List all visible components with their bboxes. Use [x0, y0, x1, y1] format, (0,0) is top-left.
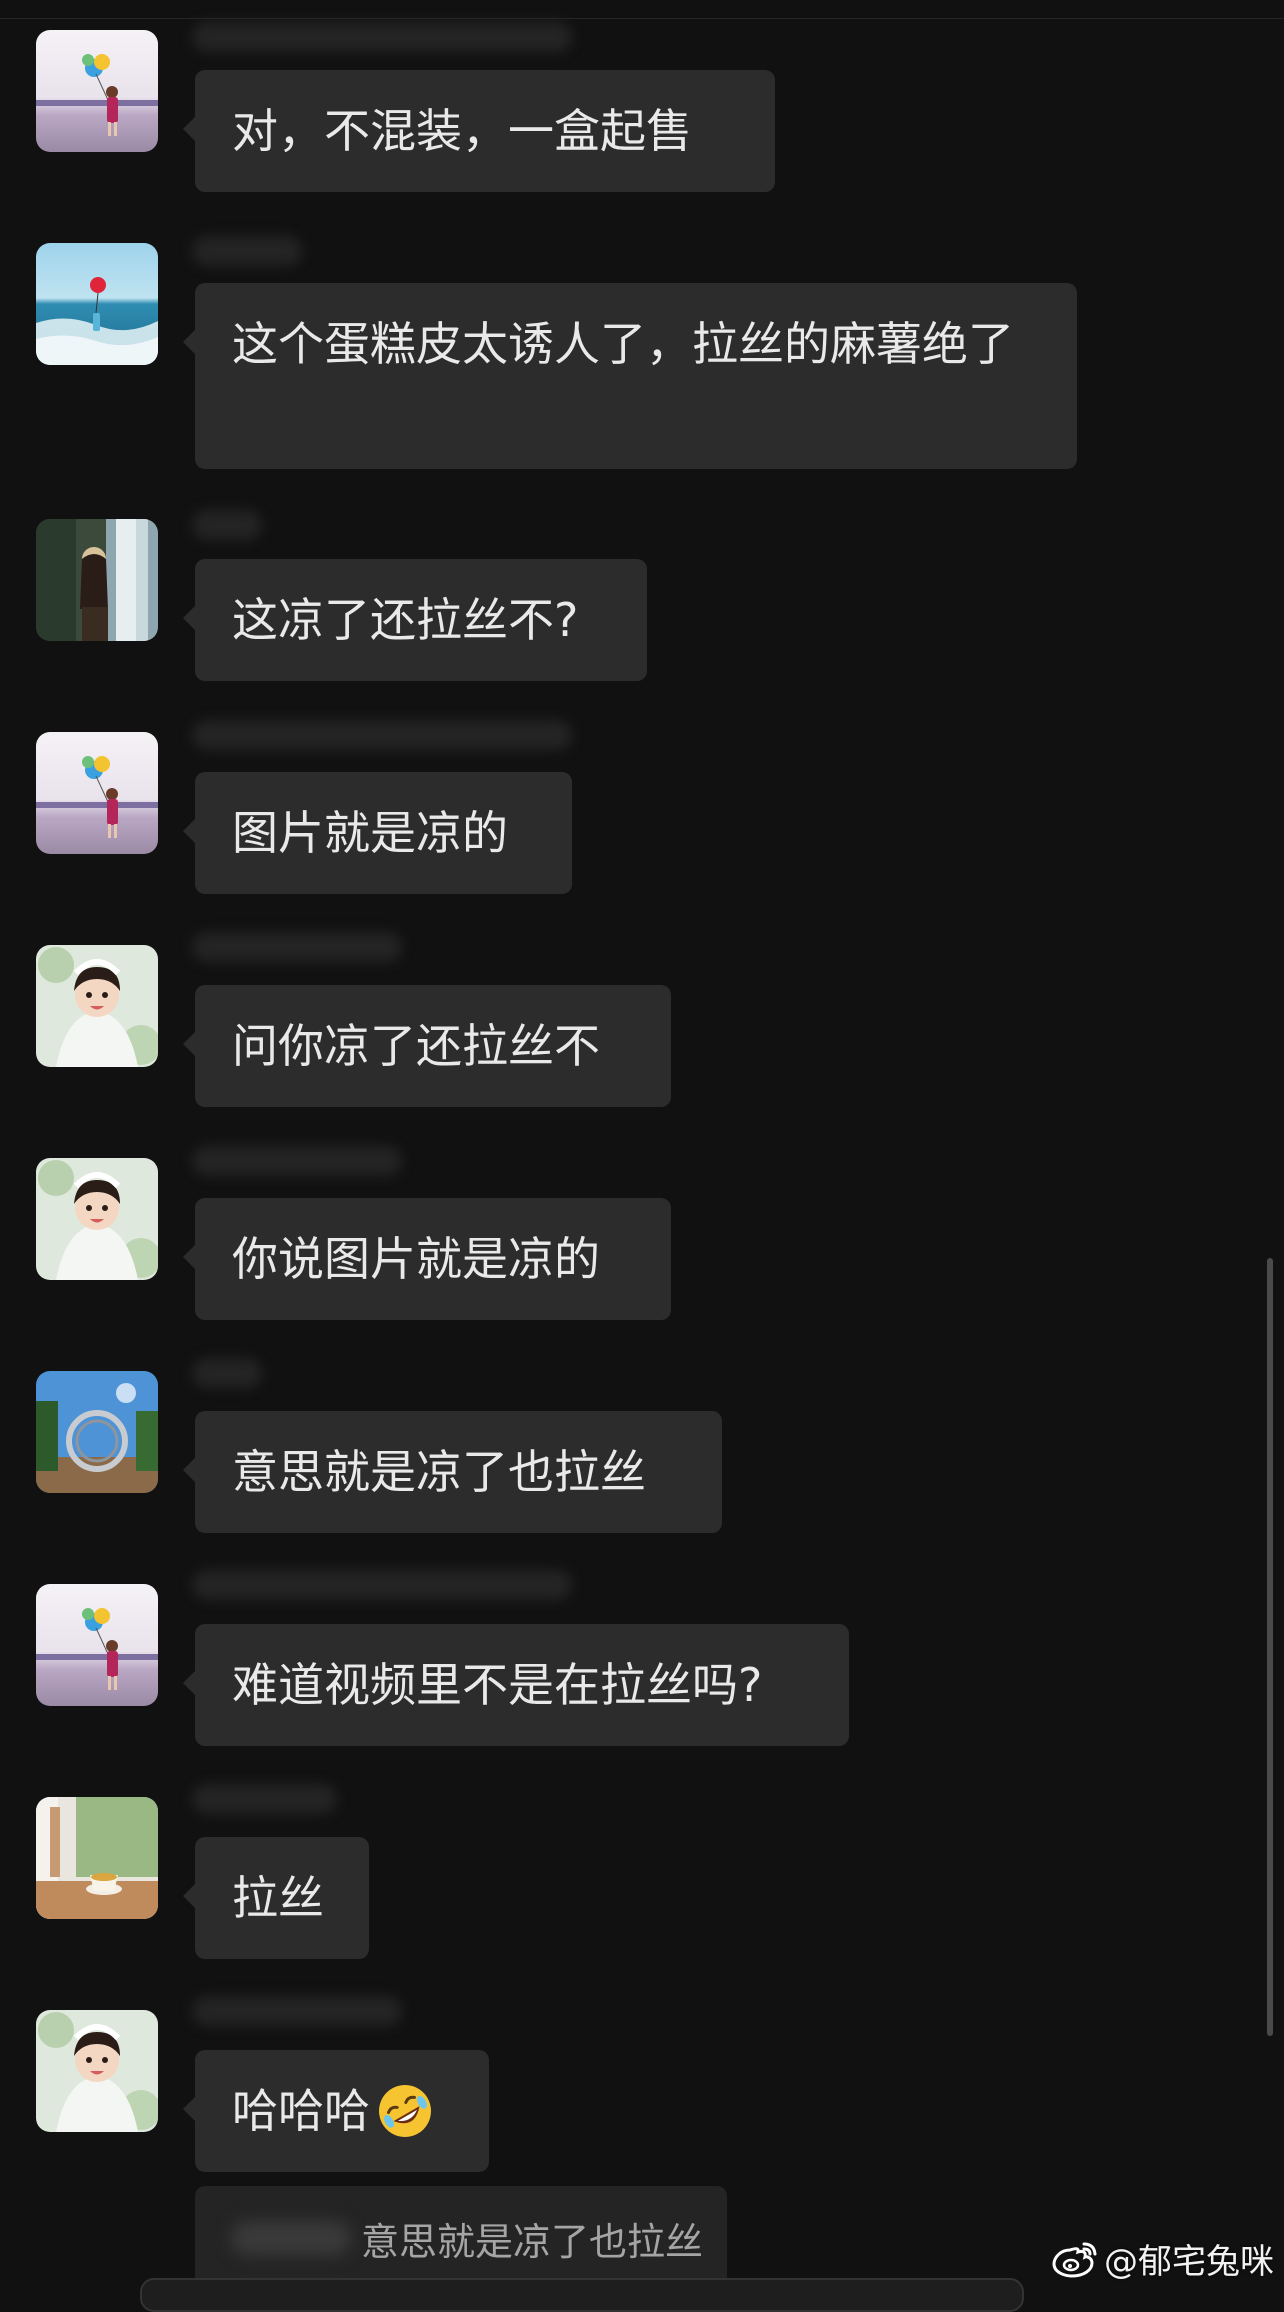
scrollbar[interactable] — [1267, 1258, 1273, 2036]
quoted-message[interactable]: 意思就是凉了也拉丝 — [195, 2186, 727, 2290]
rolling-laughing-emoji-icon — [379, 2085, 431, 2137]
message-text: 图片就是凉的 — [232, 806, 508, 860]
anime-bride-image — [36, 2010, 158, 2132]
message-bubble[interactable]: 图片就是凉的 — [183, 772, 572, 894]
message-text: 这个蛋糕皮太诱人了，拉丝的麻薯绝了 — [232, 317, 1014, 371]
sender-name-blurred — [192, 1784, 337, 1814]
tea-cup-image — [36, 1797, 158, 1919]
quote-text: 意思就是凉了也拉丝 — [361, 2219, 704, 2264]
weibo-icon — [1052, 2242, 1097, 2278]
anime-bride-image — [36, 1158, 158, 1280]
avatar-sea-balloon[interactable] — [36, 243, 158, 365]
sender-name-blurred — [192, 720, 572, 750]
message-text: 意思就是凉了也拉丝 — [232, 1445, 646, 1499]
balloon-girl-image — [36, 30, 158, 152]
balloon-girl-image — [36, 732, 158, 854]
watermark: @郁宅兔咪 — [1052, 2233, 1274, 2283]
sender-name-blurred — [192, 1146, 402, 1176]
sender-name-blurred — [192, 1996, 402, 2026]
top-divider — [0, 18, 1284, 19]
park-arch-image — [36, 1371, 158, 1493]
message-bubble[interactable]: 你说图片就是凉的 — [183, 1198, 671, 1320]
avatar-balloon-girl[interactable] — [36, 30, 158, 152]
avatar-balloon-girl[interactable] — [36, 1584, 158, 1706]
avatar-park-arch[interactable] — [36, 1371, 158, 1493]
quote-sender-blurred — [231, 2221, 351, 2255]
message-text: 哈哈哈 — [232, 2084, 370, 2138]
message-bubble[interactable]: 拉丝 — [183, 1837, 369, 1959]
message-text: 对，不混装，一盒起售 — [232, 104, 692, 158]
message-bubble[interactable]: 难道视频里不是在拉丝吗? — [183, 1624, 849, 1746]
message-bubble[interactable]: 问你凉了还拉丝不 — [183, 985, 671, 1107]
avatar-anime-bride[interactable] — [36, 1158, 158, 1280]
avatar-tea-cup[interactable] — [36, 1797, 158, 1919]
message-bubble[interactable]: 哈哈哈 — [183, 2050, 489, 2172]
message-text: 你说图片就是凉的 — [232, 1232, 600, 1286]
input-bar[interactable] — [140, 2278, 1024, 2312]
sea-balloon-image — [36, 243, 158, 365]
message-text: 问你凉了还拉丝不 — [232, 1019, 600, 1073]
sender-name-blurred — [192, 510, 262, 540]
avatar-anime-bride[interactable] — [36, 945, 158, 1067]
message-bubble[interactable]: 意思就是凉了也拉丝 — [183, 1411, 722, 1533]
avatar-balloon-girl[interactable] — [36, 732, 158, 854]
sender-name-blurred — [192, 22, 572, 52]
sender-name-blurred — [192, 1358, 262, 1388]
message-bubble[interactable]: 这个蛋糕皮太诱人了，拉丝的麻薯绝了 — [183, 283, 1077, 469]
message-text: 难道视频里不是在拉丝吗? — [232, 1658, 763, 1712]
watermark-text: @郁宅兔咪 — [1104, 2241, 1274, 2282]
avatar-anime-bride[interactable] — [36, 2010, 158, 2132]
message-bubble[interactable]: 对，不混装，一盒起售 — [183, 70, 775, 192]
waterfall-girl-image — [36, 519, 158, 641]
message-bubble[interactable]: 这凉了还拉丝不? — [183, 559, 647, 681]
message-text: 这凉了还拉丝不? — [232, 593, 579, 647]
sender-name-blurred — [192, 932, 402, 962]
sender-name-blurred — [192, 1570, 572, 1600]
anime-bride-image — [36, 945, 158, 1067]
sender-name-blurred — [192, 236, 302, 266]
message-text: 拉丝 — [232, 1871, 324, 1925]
avatar-waterfall-girl[interactable] — [36, 519, 158, 641]
balloon-girl-image — [36, 1584, 158, 1706]
